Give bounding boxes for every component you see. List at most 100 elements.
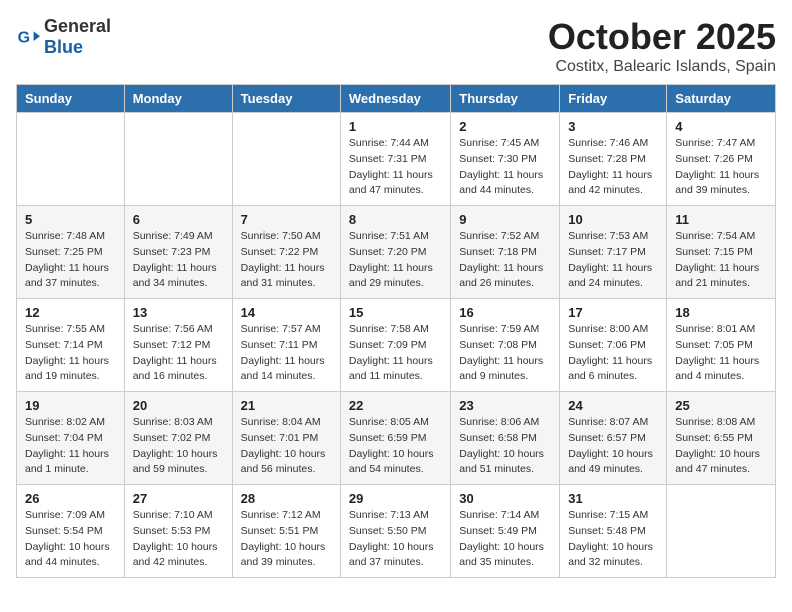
day-number: 15 [349,305,442,320]
svg-text:G: G [18,30,30,47]
day-number: 2 [459,119,551,134]
logo-blue-text: Blue [44,37,83,57]
day-number: 27 [133,491,224,506]
day-info: Sunrise: 7:55 AM Sunset: 7:14 PM Dayligh… [25,322,116,385]
calendar-cell: 20Sunrise: 8:03 AM Sunset: 7:02 PM Dayli… [124,392,232,485]
calendar-cell: 17 Sunrise: 8:00 AM Sunset: 7:06 PM Dayli… [560,299,667,392]
calendar-table: SundayMondayTuesdayWednesdayThursdayFrid… [16,84,776,578]
day-info: Sunrise: 8:00 AM Sunset: 7:06 PM Dayligh… [568,322,658,385]
logo-general-text: General [44,16,111,36]
day-number: 22 [349,398,442,413]
day-number: 26 [25,491,116,506]
weekday-header-saturday: Saturday [667,85,776,113]
calendar-week-row: 19 Sunrise: 8:02 AM Sunset: 7:04 PM Dayli… [17,392,776,485]
day-info: Sunrise: 7:09 AM Sunset: 5:54 PM Dayligh… [25,508,116,571]
calendar-week-row: 12 Sunrise: 7:55 AM Sunset: 7:14 PM Dayli… [17,299,776,392]
weekday-header-thursday: Thursday [451,85,560,113]
day-info: Sunrise: 7:54 AM Sunset: 7:15 PM Dayligh… [675,229,767,292]
logo: G General Blue [16,16,111,58]
day-number: 13 [133,305,224,320]
day-info: Sunrise: 8:04 AM Sunset: 7:01 PM Dayligh… [241,415,332,478]
calendar-cell: 26 Sunrise: 7:09 AM Sunset: 5:54 PM Dayli… [17,485,125,578]
calendar-cell: 13 Sunrise: 7:56 AM Sunset: 7:12 PM Dayli… [124,299,232,392]
calendar-cell: 21 Sunrise: 8:04 AM Sunset: 7:01 PM Dayli… [232,392,340,485]
calendar-cell: 19 Sunrise: 8:02 AM Sunset: 7:04 PM Dayli… [17,392,125,485]
day-info: Sunrise: 7:56 AM Sunset: 7:12 PM Dayligh… [133,322,224,385]
calendar-week-row: 5 Sunrise: 7:48 AM Sunset: 7:25 PM Daylig… [17,206,776,299]
calendar-cell [232,113,340,206]
day-info: Sunrise: 7:57 AM Sunset: 7:11 PM Dayligh… [241,322,332,385]
day-info: Sunrise: 7:52 AM Sunset: 7:18 PM Dayligh… [459,229,551,292]
day-number: 6 [133,212,224,227]
calendar-cell [124,113,232,206]
day-info: Sunrise: 8:03 AM Sunset: 7:02 PM Dayligh… [133,415,224,478]
calendar-cell: 24Sunrise: 8:07 AM Sunset: 6:57 PM Dayli… [560,392,667,485]
day-info: Sunrise: 7:53 AM Sunset: 7:17 PM Dayligh… [568,229,658,292]
calendar-cell: 28 Sunrise: 7:12 AM Sunset: 5:51 PM Dayli… [232,485,340,578]
day-number: 4 [675,119,767,134]
calendar-cell: 1Sunrise: 7:44 AM Sunset: 7:31 PM Daylig… [340,113,450,206]
calendar-cell: 31Sunrise: 7:15 AM Sunset: 5:48 PM Dayli… [560,485,667,578]
day-number: 19 [25,398,116,413]
weekday-header-row: SundayMondayTuesdayWednesdayThursdayFrid… [17,85,776,113]
calendar-week-row: 26 Sunrise: 7:09 AM Sunset: 5:54 PM Dayli… [17,485,776,578]
day-info: Sunrise: 7:13 AM Sunset: 5:50 PM Dayligh… [349,508,442,571]
day-number: 28 [241,491,332,506]
day-info: Sunrise: 7:49 AM Sunset: 7:23 PM Dayligh… [133,229,224,292]
page-header: G General Blue October 2025 Costitx, Bal… [16,16,776,76]
day-info: Sunrise: 7:10 AM Sunset: 5:53 PM Dayligh… [133,508,224,571]
logo-icon: G [16,25,40,49]
weekday-header-wednesday: Wednesday [340,85,450,113]
calendar-cell: 7 Sunrise: 7:50 AM Sunset: 7:22 PM Daylig… [232,206,340,299]
day-number: 12 [25,305,116,320]
day-number: 3 [568,119,658,134]
calendar-cell: 6 Sunrise: 7:49 AM Sunset: 7:23 PM Daylig… [124,206,232,299]
day-info: Sunrise: 7:50 AM Sunset: 7:22 PM Dayligh… [241,229,332,292]
calendar-cell: 10 Sunrise: 7:53 AM Sunset: 7:17 PM Dayli… [560,206,667,299]
day-number: 25 [675,398,767,413]
day-info: Sunrise: 7:14 AM Sunset: 5:49 PM Dayligh… [459,508,551,571]
location-title: Costitx, Balearic Islands, Spain [548,58,776,76]
calendar-cell [17,113,125,206]
weekday-header-monday: Monday [124,85,232,113]
calendar-cell: 29 Sunrise: 7:13 AM Sunset: 5:50 PM Dayli… [340,485,450,578]
calendar-cell: 3 Sunrise: 7:46 AM Sunset: 7:28 PM Daylig… [560,113,667,206]
day-info: Sunrise: 8:08 AM Sunset: 6:55 PM Dayligh… [675,415,767,478]
day-info: Sunrise: 7:44 AM Sunset: 7:31 PM Dayligh… [349,136,442,199]
calendar-cell: 14Sunrise: 7:57 AM Sunset: 7:11 PM Dayli… [232,299,340,392]
day-info: Sunrise: 8:05 AM Sunset: 6:59 PM Dayligh… [349,415,442,478]
day-number: 21 [241,398,332,413]
day-info: Sunrise: 7:46 AM Sunset: 7:28 PM Dayligh… [568,136,658,199]
day-info: Sunrise: 7:58 AM Sunset: 7:09 PM Dayligh… [349,322,442,385]
calendar-cell: 9 Sunrise: 7:52 AM Sunset: 7:18 PM Daylig… [451,206,560,299]
calendar-cell: 15 Sunrise: 7:58 AM Sunset: 7:09 PM Dayli… [340,299,450,392]
day-number: 5 [25,212,116,227]
weekday-header-sunday: Sunday [17,85,125,113]
day-info: Sunrise: 8:01 AM Sunset: 7:05 PM Dayligh… [675,322,767,385]
calendar-cell: 27 Sunrise: 7:10 AM Sunset: 5:53 PM Dayli… [124,485,232,578]
calendar-cell: 18Sunrise: 8:01 AM Sunset: 7:05 PM Dayli… [667,299,776,392]
weekday-header-friday: Friday [560,85,667,113]
weekday-header-tuesday: Tuesday [232,85,340,113]
calendar-week-row: 1Sunrise: 7:44 AM Sunset: 7:31 PM Daylig… [17,113,776,206]
day-number: 29 [349,491,442,506]
day-info: Sunrise: 7:12 AM Sunset: 5:51 PM Dayligh… [241,508,332,571]
day-info: Sunrise: 8:07 AM Sunset: 6:57 PM Dayligh… [568,415,658,478]
day-number: 11 [675,212,767,227]
day-number: 17 [568,305,658,320]
day-info: Sunrise: 7:45 AM Sunset: 7:30 PM Dayligh… [459,136,551,199]
day-number: 8 [349,212,442,227]
title-section: October 2025 Costitx, Balearic Islands, … [548,16,776,76]
calendar-cell: 12 Sunrise: 7:55 AM Sunset: 7:14 PM Dayli… [17,299,125,392]
day-number: 7 [241,212,332,227]
calendar-cell: 5 Sunrise: 7:48 AM Sunset: 7:25 PM Daylig… [17,206,125,299]
day-number: 9 [459,212,551,227]
calendar-cell: 16Sunrise: 7:59 AM Sunset: 7:08 PM Dayli… [451,299,560,392]
day-info: Sunrise: 7:48 AM Sunset: 7:25 PM Dayligh… [25,229,116,292]
calendar-cell: 4 Sunrise: 7:47 AM Sunset: 7:26 PM Daylig… [667,113,776,206]
calendar-cell: 2 Sunrise: 7:45 AM Sunset: 7:30 PM Daylig… [451,113,560,206]
day-info: Sunrise: 7:47 AM Sunset: 7:26 PM Dayligh… [675,136,767,199]
day-number: 10 [568,212,658,227]
day-info: Sunrise: 8:02 AM Sunset: 7:04 PM Dayligh… [25,415,116,478]
day-info: Sunrise: 7:51 AM Sunset: 7:20 PM Dayligh… [349,229,442,292]
